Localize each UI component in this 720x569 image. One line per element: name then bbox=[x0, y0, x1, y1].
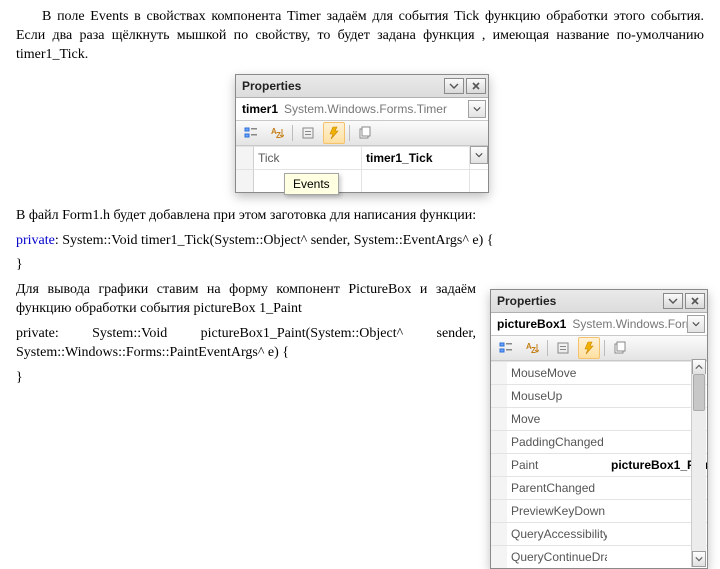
gutter-cell bbox=[491, 384, 507, 407]
close-icon[interactable] bbox=[466, 78, 486, 94]
vertical-scrollbar[interactable] bbox=[691, 359, 706, 567]
event-value[interactable]: timer1_Tick bbox=[362, 146, 470, 169]
gutter-cell bbox=[491, 407, 507, 430]
window-title: Properties bbox=[242, 78, 301, 94]
event-name[interactable]: Move bbox=[507, 407, 607, 430]
chevron-down-icon[interactable] bbox=[470, 146, 488, 164]
events-icon[interactable] bbox=[323, 122, 345, 144]
property-pages-icon[interactable] bbox=[354, 122, 376, 144]
alphabetical-icon[interactable]: AZ bbox=[266, 122, 288, 144]
titlebar: Properties bbox=[236, 75, 488, 98]
properties-toolbar: AZ bbox=[236, 121, 488, 146]
paragraph-intro: В поле Events в свойствах компонента Tim… bbox=[16, 8, 704, 65]
scroll-track[interactable] bbox=[692, 374, 706, 552]
object-selector[interactable]: pictureBox1 System.Windows.Forms.Pictur bbox=[491, 313, 707, 336]
event-name[interactable]: QueryContinueDra bbox=[507, 545, 607, 568]
code-line-2: } bbox=[16, 256, 704, 275]
event-name[interactable]: QueryAccessibility bbox=[507, 522, 607, 545]
titlebar: Properties bbox=[491, 290, 707, 313]
keyword-private: private bbox=[16, 233, 55, 248]
properties-toolbar: AZ bbox=[491, 336, 707, 361]
gutter-cell bbox=[491, 522, 507, 545]
gutter-cell bbox=[491, 545, 507, 568]
object-selector[interactable]: timer1 System.Windows.Forms.Timer bbox=[236, 98, 488, 121]
object-type: System.Windows.Forms.Pictur bbox=[572, 316, 687, 332]
paragraph-picturebox: Для вывода графики ставим на форму компо… bbox=[16, 281, 476, 319]
chevron-down-icon[interactable] bbox=[687, 315, 705, 333]
property-pages-icon[interactable] bbox=[609, 337, 631, 359]
scroll-up-icon[interactable] bbox=[692, 359, 706, 375]
object-name: timer1 bbox=[242, 101, 278, 117]
gutter-cell bbox=[491, 453, 507, 476]
separator bbox=[292, 125, 293, 141]
event-name[interactable]: MouseUp bbox=[507, 384, 607, 407]
code-block-2: private: System::Void pictureBox1_Paint(… bbox=[16, 325, 476, 363]
event-name[interactable]: PreviewKeyDown bbox=[507, 499, 607, 522]
separator bbox=[604, 340, 605, 356]
empty-cell bbox=[362, 169, 470, 192]
event-name: Tick bbox=[254, 146, 362, 169]
categorized-icon[interactable] bbox=[495, 337, 517, 359]
event-name[interactable]: ParentChanged bbox=[507, 476, 607, 499]
properties-grid: MouseMoveMouseUpMovePaddingChangedPaintp… bbox=[491, 361, 707, 568]
alphabetical-icon[interactable]: AZ bbox=[521, 337, 543, 359]
empty-cell bbox=[470, 169, 488, 192]
gutter-cell bbox=[491, 361, 507, 384]
gutter-cell bbox=[491, 499, 507, 522]
dropdown-button[interactable] bbox=[663, 293, 683, 309]
event-name[interactable]: Paint bbox=[507, 453, 607, 476]
dropdown-button[interactable] bbox=[444, 78, 464, 94]
gutter-cell bbox=[236, 146, 254, 169]
separator bbox=[547, 340, 548, 356]
code-text: : System::Void timer1_Tick(System::Objec… bbox=[55, 233, 494, 248]
properties-grid: Tick timer1_Tick bbox=[236, 146, 488, 192]
properties-window-picturebox: Properties pictureBox1 System.Windows.Fo… bbox=[490, 289, 708, 569]
object-type: System.Windows.Forms.Timer bbox=[284, 101, 468, 117]
event-name[interactable]: PaddingChanged bbox=[507, 430, 607, 453]
tooltip-events: Events bbox=[284, 173, 339, 195]
scroll-thumb[interactable] bbox=[693, 374, 705, 411]
event-name[interactable]: MouseMove bbox=[507, 361, 607, 384]
scroll-down-icon[interactable] bbox=[692, 551, 706, 567]
close-icon[interactable] bbox=[685, 293, 705, 309]
object-name: pictureBox1 bbox=[497, 316, 566, 332]
code-line-1: private: System::Void timer1_Tick(System… bbox=[16, 232, 704, 251]
separator bbox=[349, 125, 350, 141]
gutter-cell bbox=[491, 430, 507, 453]
categorized-icon[interactable] bbox=[240, 122, 262, 144]
gutter-cell bbox=[491, 476, 507, 499]
properties-icon[interactable] bbox=[552, 337, 574, 359]
window-title: Properties bbox=[497, 293, 556, 309]
events-icon[interactable] bbox=[578, 337, 600, 359]
gutter-cell bbox=[236, 169, 254, 192]
paragraph-form1h: В файл Form1.h будет добавлена при этом … bbox=[16, 207, 704, 226]
properties-icon[interactable] bbox=[297, 122, 319, 144]
code-block-2-end: } bbox=[16, 369, 476, 388]
properties-window-timer: Properties timer1 System.Windows.Forms.T… bbox=[235, 74, 489, 193]
chevron-down-icon[interactable] bbox=[468, 100, 486, 118]
